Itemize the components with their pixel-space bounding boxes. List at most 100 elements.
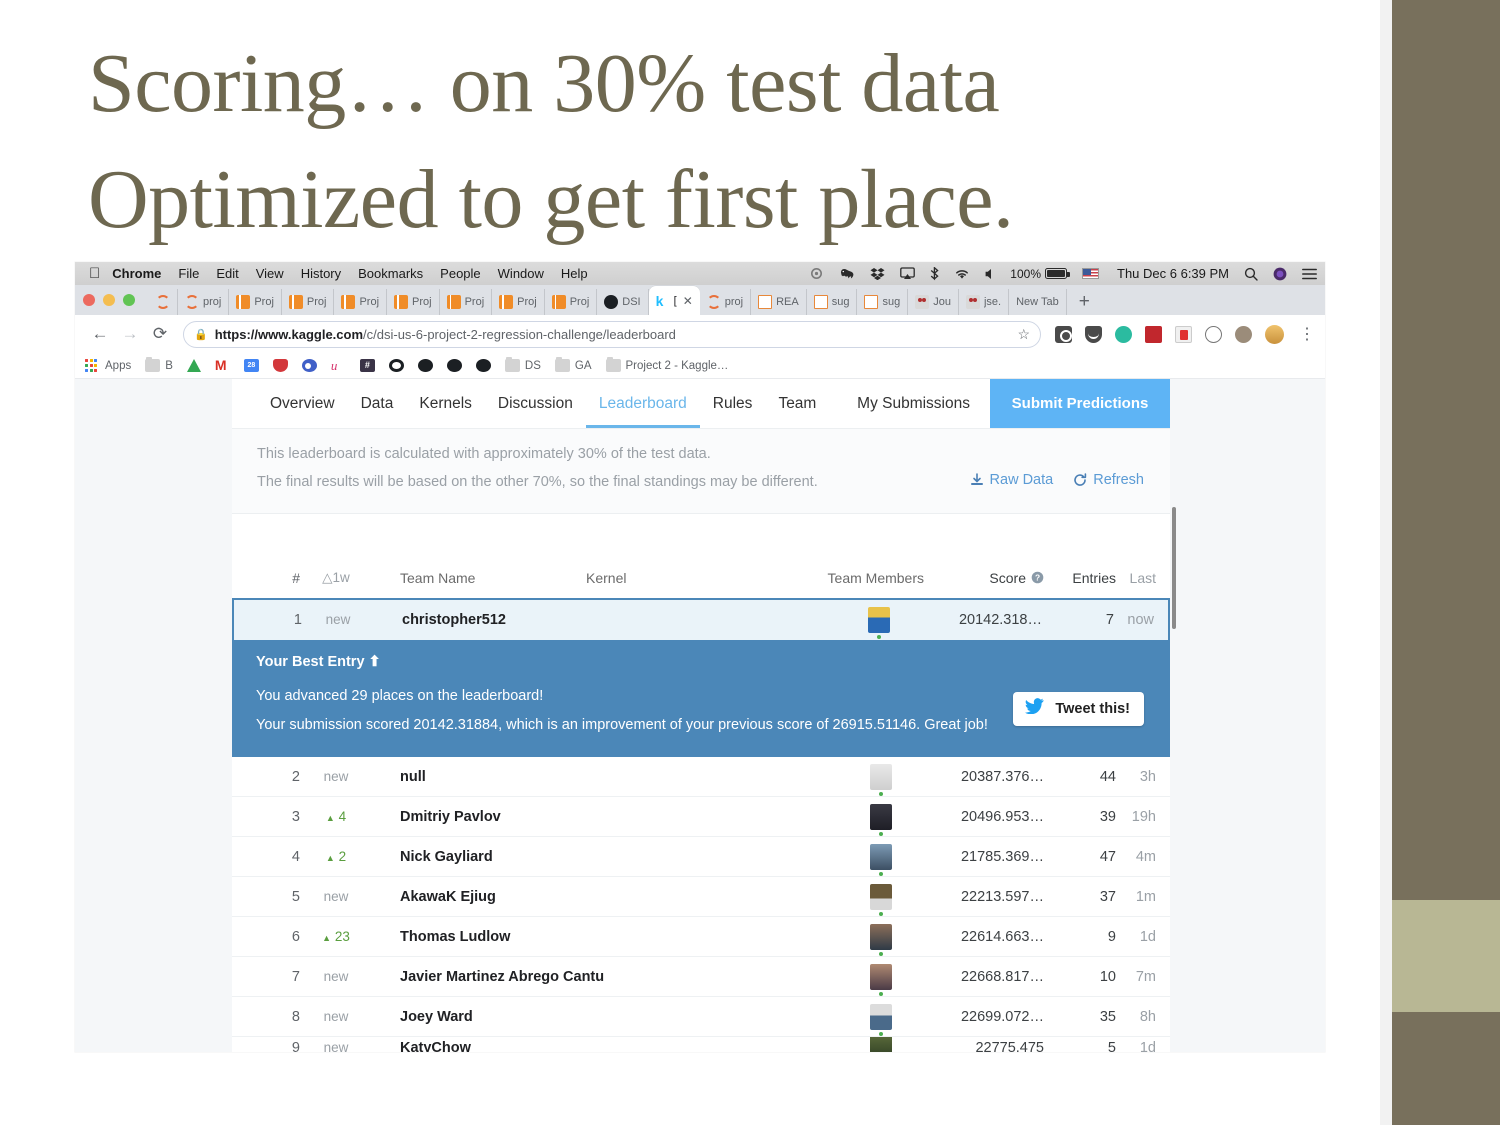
bookmark-u[interactable]: u [331,359,346,372]
browser-tab[interactable]: Jou [908,289,959,315]
table-row[interactable]: 1 new christopher512 20142.318… 7 now [232,597,1170,640]
table-row[interactable]: 8 new Joey Ward 22699.072… 35 8h [232,997,1170,1038]
menu-file[interactable]: File [178,266,199,281]
table-row[interactable]: 6 ▲ 23 Thomas Ludlow 22614.663… 9 1d [232,917,1170,958]
cell-team-name[interactable]: christopher512 [374,612,836,628]
tab-team[interactable]: Team [765,379,829,428]
notification-center-icon[interactable] [1302,268,1317,280]
my-submissions-link[interactable]: My Submissions [837,379,990,428]
browser-tab[interactable]: Proj [492,289,545,315]
browser-tab[interactable]: sug [857,289,909,315]
submit-predictions-button[interactable]: Submit Predictions [990,379,1170,428]
browser-tab[interactable]: New Tab [1009,289,1067,315]
menu-window[interactable]: Window [498,266,544,281]
browser-tab-active[interactable]: k [ ✕ [648,286,700,315]
cell-team-name[interactable]: KatyChow [372,1040,838,1052]
avatar[interactable] [870,923,892,950]
close-window-button[interactable] [83,294,95,306]
bookmark-ds[interactable]: DS [504,357,541,372]
cell-team-name[interactable]: Dmitriy Pavlov [372,809,838,825]
browser-tab[interactable]: Proj [545,289,598,315]
volume-icon[interactable] [985,268,996,280]
bookmark-apps[interactable]: Apps [85,359,131,372]
bookmark-eye[interactable] [301,359,317,372]
maximize-window-button[interactable] [123,294,135,306]
browser-tab[interactable]: sug [807,289,858,315]
reload-button[interactable]: ⟳ [145,324,175,344]
menu-help[interactable]: Help [561,266,588,281]
menu-chrome[interactable]: Chrome [112,266,161,281]
tab-discussion[interactable]: Discussion [485,379,586,428]
table-row[interactable]: 5 new AkawaK Ejiug 22213.597… 37 1m [232,877,1170,918]
dropbox-icon[interactable] [870,267,885,280]
menu-edit[interactable]: Edit [216,266,238,281]
bookmark-project-2[interactable]: Project 2 - Kaggle… [605,357,728,372]
circle-icon[interactable] [1205,325,1222,343]
browser-tab[interactable]: jse. [959,289,1010,315]
address-bar[interactable]: 🔒 https://www.kaggle.com /c/dsi-us-6-pro… [183,320,1041,348]
back-button[interactable]: ← [85,324,115,344]
avatar[interactable] [870,763,892,790]
avatar[interactable] [870,1037,892,1052]
airplay-icon[interactable] [900,267,916,280]
minimize-window-button[interactable] [103,294,115,306]
table-row[interactable]: 7 new Javier Martinez Abrego Cantu 22668… [232,957,1170,998]
menu-people[interactable]: People [440,266,480,281]
evernote-green-icon[interactable] [1115,325,1132,343]
cell-team-name[interactable]: Nick Gayliard [372,849,838,865]
menu-view[interactable]: View [256,266,284,281]
bookmark-drive[interactable] [186,359,201,372]
menu-history[interactable]: History [301,266,341,281]
wifi-icon[interactable] [954,268,970,280]
bluetooth-icon[interactable] [930,266,939,281]
browser-tab[interactable]: Proj [282,289,335,315]
avatar[interactable] [870,843,892,870]
pocket-icon[interactable] [1085,325,1102,343]
tweet-this-button[interactable]: Tweet this! [1013,691,1144,726]
bookmark-ga[interactable]: GA [554,357,592,372]
tab-data[interactable]: Data [348,379,407,428]
avatar[interactable] [870,963,892,990]
cell-team-name[interactable]: Joey Ward [372,1009,838,1025]
three-dot-menu-icon[interactable]: ⋮ [1299,324,1315,344]
forward-button[interactable]: → [115,324,145,344]
bookmark-pocket[interactable] [272,359,288,372]
browser-tab[interactable] [149,289,178,315]
tab-rules[interactable]: Rules [700,379,766,428]
refresh-button[interactable]: Refresh [1073,472,1144,488]
bookmark-calendar[interactable]: 28 [243,359,259,372]
browser-tab[interactable]: Proj [229,289,282,315]
cell-team-name[interactable]: AkawaK Ejiug [372,889,838,905]
tab-kernels[interactable]: Kernels [406,379,485,428]
search-icon[interactable] [1244,267,1258,281]
avatar[interactable] [870,1003,892,1030]
siri-icon[interactable] [1273,267,1287,281]
us-flag-icon[interactable] [1082,268,1099,279]
bookmark-github-2[interactable] [417,359,433,372]
tab-leaderboard[interactable]: Leaderboard [586,379,700,428]
evernote-icon[interactable] [839,267,855,280]
browser-tab[interactable]: Proj [440,289,493,315]
menu-clock[interactable]: Thu Dec 6 6:39 PM [1117,266,1229,281]
camera-icon[interactable] [1055,325,1072,343]
bookmark-b[interactable]: B [145,357,173,372]
table-row[interactable]: 4 ▲ 2 Nick Gayliard 21785.369… 47 4m [232,837,1170,878]
close-tab-button[interactable]: ✕ [683,294,693,308]
window-controls[interactable] [83,285,149,315]
cell-team-name[interactable]: Javier Martinez Abrego Cantu [372,969,838,985]
bookmark-github-4[interactable] [475,359,491,372]
help-icon[interactable]: ? [1031,571,1044,584]
bookmark-hash[interactable]: # [359,359,375,372]
red-square-icon[interactable] [1145,325,1162,343]
browser-tab[interactable]: Proj [334,289,388,315]
creative-cloud-icon[interactable] [809,267,824,280]
vertical-scrollbar[interactable] [1172,507,1176,629]
raw-data-button[interactable]: Raw Data [970,472,1053,488]
apple-icon[interactable]:  [89,266,100,281]
bookmark-github-1[interactable] [388,359,404,372]
browser-tab[interactable]: Proj [387,289,440,315]
table-row[interactable]: 9 new KatyChow 22775.475 5 1d [232,1037,1170,1052]
bookmark-gmail[interactable]: M [215,358,230,372]
table-row[interactable]: 2 new null 20387.376… 44 3h [232,757,1170,798]
cell-team-name[interactable]: null [372,769,838,785]
